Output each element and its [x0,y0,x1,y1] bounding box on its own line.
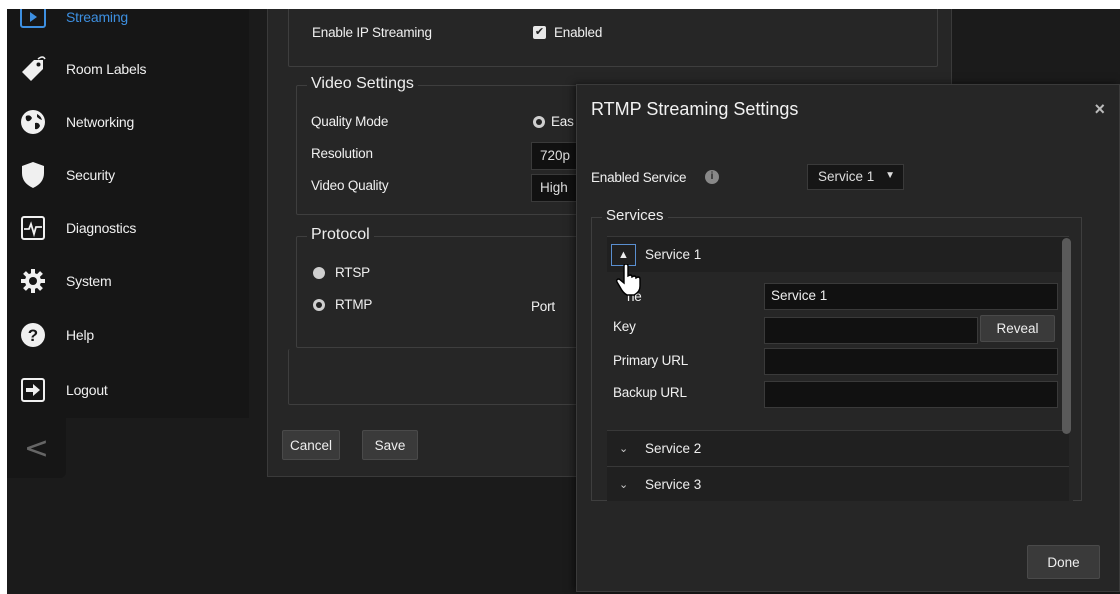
ip-streaming-group: Enable IP Streaming ✔ Enabled [288,9,938,67]
primary-url-label: Primary URL [613,353,689,368]
sidebar-item-room-labels[interactable]: Room Labels [7,43,249,95]
hand-cursor-icon [616,263,642,299]
rtmp-label: RTMP [335,297,373,312]
sidebar-item-diagnostics[interactable]: Diagnostics [7,202,249,254]
sidebar-item-label: Room Labels [66,61,147,77]
service-name-input[interactable]: Service 1 [764,283,1058,310]
sidebar-item-label: System [66,273,112,289]
protocol-legend: Protocol [307,226,374,244]
sidebar-collapse-button[interactable]: < [7,418,66,478]
rtsp-radio[interactable] [313,267,325,279]
video-settings-legend: Video Settings [307,75,418,93]
pulse-icon [19,214,47,242]
services-group: Services ▲ Service 1 ne Service 1 Key Re… [591,207,1082,501]
quality-mode-value: Eas [551,114,574,129]
sidebar-item-label: Streaming [66,9,129,25]
sidebar-item-streaming[interactable]: Streaming [7,9,249,43]
backup-url-input[interactable] [764,381,1058,408]
chevron-down-icon: ⌄ [619,443,629,455]
enabled-service-label: Enabled Service [591,170,687,185]
help-icon: ? [19,321,47,349]
services-accordion: ▲ Service 1 ne Service 1 Key Reveal Prim… [607,236,1073,501]
enable-ip-streaming-checkbox[interactable]: ✔ [533,26,546,39]
enabled-service-select[interactable]: Service 1 ▼ [807,164,904,190]
close-icon[interactable]: × [1094,99,1105,120]
key-label: Key [613,319,636,334]
sidebar: Streaming Room Labels Networking Securit… [7,9,249,418]
primary-url-input[interactable] [764,348,1058,375]
chevron-left-icon: < [23,430,50,466]
dialog-title: RTMP Streaming Settings [591,99,799,119]
app-screen: Streaming Room Labels Networking Securit… [7,9,1120,594]
services-scrollbar[interactable] [1062,238,1071,434]
reveal-button[interactable]: Reveal [980,315,1055,342]
sidebar-item-label: Diagnostics [66,220,137,236]
sidebar-item-system[interactable]: System [7,255,249,307]
tag-icon [19,55,47,83]
save-button[interactable]: Save [362,430,418,460]
sidebar-item-label: Networking [66,114,135,130]
ip-streaming-label: Enable IP Streaming [312,25,432,40]
service-3-header[interactable]: ⌄ Service 3 [607,466,1069,501]
gear-icon [19,267,47,295]
video-quality-label: Video Quality [311,178,389,193]
svg-text:?: ? [28,326,38,345]
service-1-body: ne Service 1 Key Reveal Primary URL Back… [607,263,1069,430]
rtmp-radio[interactable] [313,299,325,311]
service-2-label: Service 2 [645,441,702,456]
resolution-label: Resolution [311,146,373,161]
sidebar-item-label: Security [66,167,115,183]
sidebar-item-label: Help [66,327,94,343]
key-input[interactable] [764,317,978,344]
quality-mode-label: Quality Mode [311,114,389,129]
logout-icon [19,376,47,404]
services-legend: Services [602,207,668,224]
rtsp-label: RTSP [335,265,370,280]
backup-url-label: Backup URL [613,385,687,400]
service-2-header[interactable]: ⌄ Service 2 [607,430,1069,466]
globe-icon [19,108,47,136]
caret-down-icon: ▼ [885,170,895,181]
sidebar-item-help[interactable]: ? Help [7,309,249,361]
rtmp-settings-dialog: RTMP Streaming Settings × Enabled Servic… [576,84,1120,592]
enabled-service-value: Service 1 [818,169,875,184]
sidebar-item-networking[interactable]: Networking [7,96,249,148]
sidebar-item-security[interactable]: Security [7,149,249,201]
sidebar-item-logout[interactable]: Logout [7,364,249,416]
enabled-checkbox-label: Enabled [554,25,603,40]
quality-mode-radio[interactable] [533,116,545,128]
port-label: Port [531,299,555,314]
done-button[interactable]: Done [1027,545,1100,579]
chevron-down-icon: ⌄ [619,479,629,491]
service-1-header[interactable]: ▲ Service 1 [607,236,1069,272]
sidebar-item-label: Logout [66,382,108,398]
service-1-label: Service 1 [645,247,702,262]
play-icon [19,9,47,31]
service-3-label: Service 3 [645,477,702,492]
info-icon: i [705,170,719,184]
shield-icon [19,161,47,189]
cancel-button[interactable]: Cancel [282,430,340,460]
chevron-up-icon[interactable]: ▲ [611,244,636,266]
